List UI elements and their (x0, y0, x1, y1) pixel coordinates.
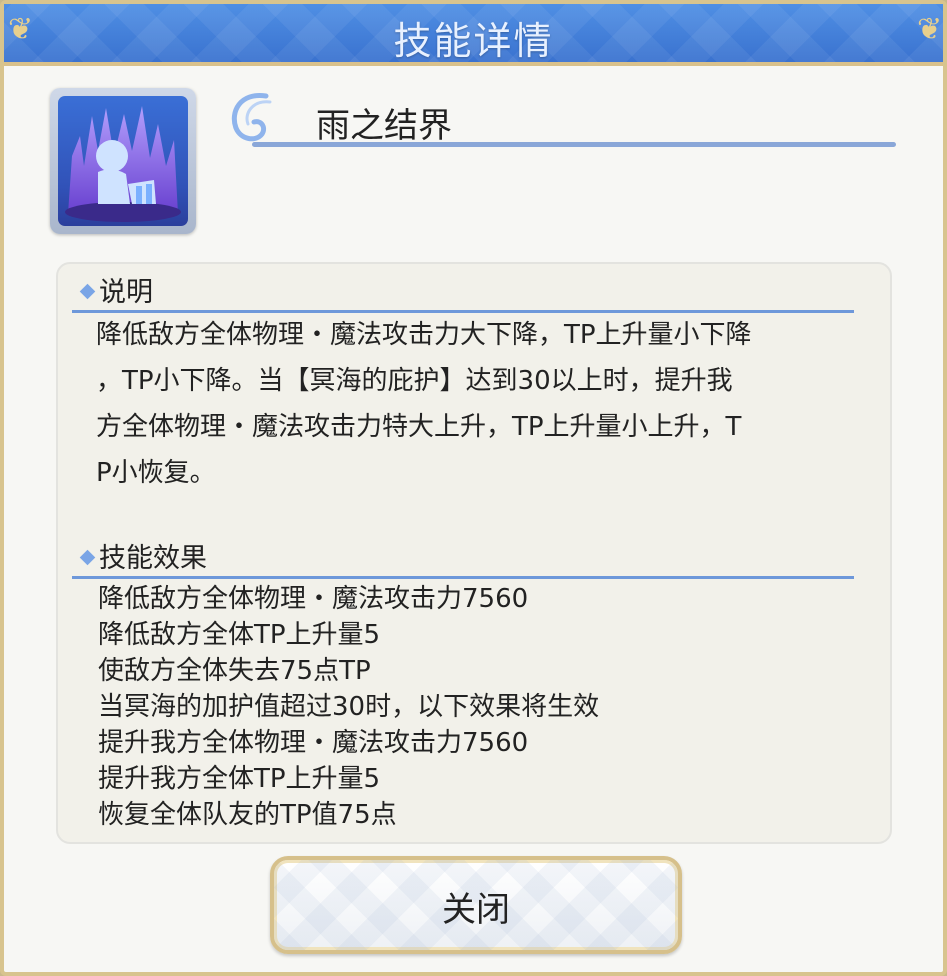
dialog-header: ❦ 技能详情 ❦ (4, 4, 943, 66)
close-button-label: 关闭 (442, 890, 510, 930)
description-line: P小恢复。 (96, 458, 216, 488)
effect-line: 提升我方全体物理・魔法攻击力7560 (98, 728, 529, 758)
title-underline (252, 142, 896, 147)
skill-icon-art (58, 96, 188, 226)
description-heading: 说明 (79, 270, 153, 309)
skill-info-panel: 说明 降低敌方全体物理・魔法攻击力大下降，TP上升量小下降 ，TP小下降。当【冥… (56, 262, 892, 844)
diamond-bullet-icon (79, 283, 96, 300)
dialog-title: 技能详情 (393, 19, 554, 63)
ornament-right-icon: ❦ (917, 12, 943, 47)
skill-name: 雨之结界 (316, 106, 452, 146)
close-button[interactable]: 关闭 (270, 856, 682, 954)
effects-heading: 技能效果 (79, 536, 207, 575)
description-line: 方全体物理・魔法攻击力特大上升，TP上升量小上升，T (96, 412, 742, 442)
effects-heading-label: 技能效果 (99, 543, 207, 574)
description-heading-label: 说明 (99, 277, 153, 308)
skill-detail-dialog: ❦ 技能详情 ❦ 雨之结界 说明 降低敌方全体物理・魔法攻击力大下降，TP上升量… (0, 0, 947, 976)
skill-title-row: 雨之结界 (226, 88, 896, 154)
description-line: ，TP小下降。当【冥海的庇护】达到30以上时，提升我 (96, 366, 733, 396)
effect-line: 降低敌方全体物理・魔法攻击力7560 (98, 584, 529, 614)
skill-icon (50, 88, 196, 234)
effect-line: 使敌方全体失去75点TP (98, 656, 371, 686)
effect-line: 恢复全体队友的TP值75点 (98, 800, 397, 830)
diamond-bullet-icon (79, 549, 96, 566)
description-divider (72, 310, 854, 313)
effect-line: 当冥海的加护值超过30时，以下效果将生效 (98, 692, 600, 722)
effect-line: 提升我方全体TP上升量5 (98, 764, 381, 794)
description-line: 降低敌方全体物理・魔法攻击力大下降，TP上升量小下降 (96, 320, 752, 350)
rain-barrier-icon (65, 106, 181, 222)
swirl-ornament-icon (231, 93, 272, 142)
effect-line: 降低敌方全体TP上升量5 (98, 620, 381, 650)
